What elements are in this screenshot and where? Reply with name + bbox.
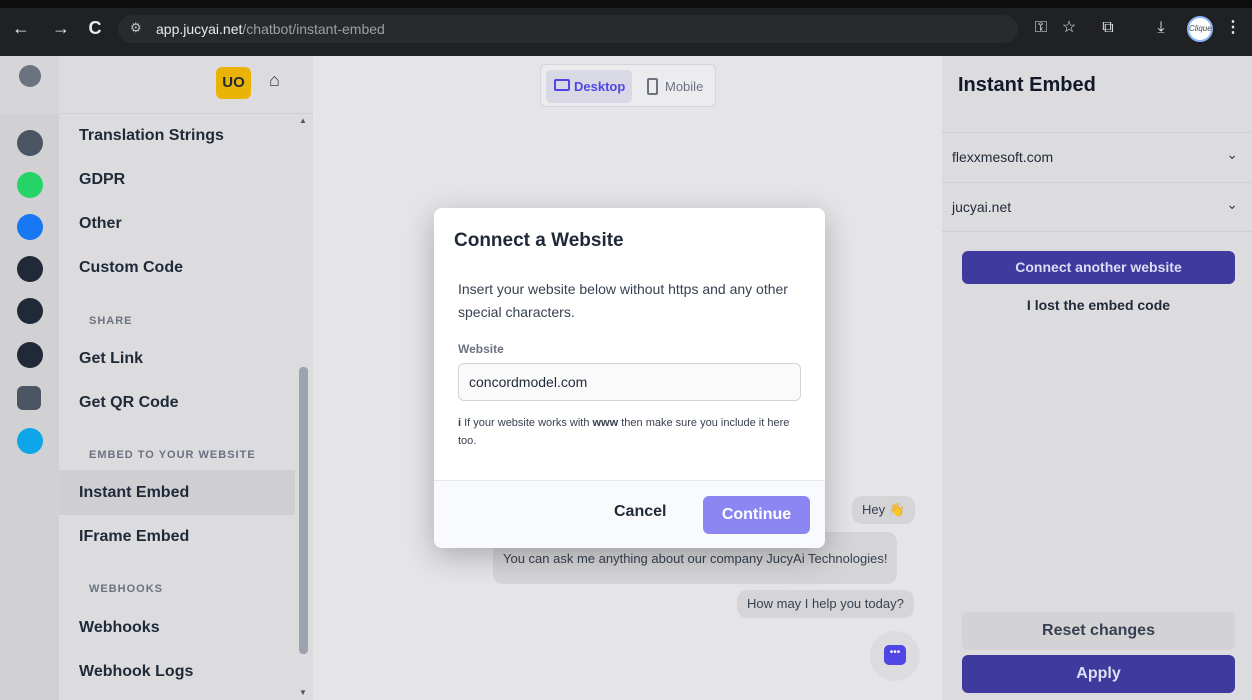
menu-other[interactable]: Other bbox=[79, 215, 122, 233]
modal-description: Insert your website below without https … bbox=[458, 281, 788, 320]
menu-get-qr-code[interactable]: Get QR Code bbox=[79, 394, 179, 412]
mobile-toggle-button[interactable]: Mobile bbox=[637, 70, 711, 103]
panel-title: Instant Embed bbox=[958, 74, 1096, 96]
whatsapp-icon[interactable] bbox=[17, 172, 43, 198]
home-icon[interactable]: ⌂ bbox=[269, 70, 280, 91]
mobile-icon bbox=[647, 78, 658, 95]
browser-toolbar: ← → C ⚙ app.jucyai.net/chatbot/instant-e… bbox=[0, 0, 1252, 56]
cancel-button[interactable]: Cancel bbox=[614, 503, 666, 521]
menu-webhook-logs[interactable]: Webhook Logs bbox=[79, 663, 193, 681]
chat-bubble-icon: ••• bbox=[884, 645, 906, 665]
scroll-up-arrow[interactable]: ▲ bbox=[299, 116, 307, 125]
menu-instant-embed[interactable]: Instant Embed bbox=[79, 484, 189, 502]
settings-sidebar: UO ⌂ Translation Strings GDPR Other Cust… bbox=[59, 56, 313, 700]
website-field-label: Website bbox=[458, 342, 504, 356]
chat-bubble-hey: Hey 👋 bbox=[852, 496, 915, 524]
section-share: SHARE bbox=[89, 315, 133, 327]
browser-menu-icon[interactable]: ⋮ bbox=[1222, 17, 1244, 39]
bookmark-star-icon[interactable]: ☆ bbox=[1058, 17, 1080, 39]
www-hint: i If your website works with www then ma… bbox=[458, 414, 798, 450]
sparkle-icon[interactable] bbox=[17, 298, 43, 324]
site-name: jucyai.net bbox=[952, 199, 1012, 215]
menu-gdpr[interactable]: GDPR bbox=[79, 171, 125, 189]
url-text[interactable]: app.jucyai.net/chatbot/instant-embed bbox=[156, 21, 385, 37]
site-settings-icon[interactable]: ⚙ bbox=[130, 20, 142, 36]
menu-get-link[interactable]: Get Link bbox=[79, 350, 143, 368]
user-badge[interactable]: UO bbox=[216, 67, 251, 99]
website-input[interactable] bbox=[458, 363, 801, 401]
site-row-jucyai[interactable]: jucyai.net ⌄ bbox=[942, 182, 1252, 232]
sidebar-scrollbar[interactable] bbox=[299, 367, 308, 654]
info-icon: i bbox=[458, 417, 462, 429]
hint-prefix: If your website works with bbox=[464, 417, 593, 429]
embed-settings-panel: Instant Embed flexxmesoft.com ⌄ jucyai.n… bbox=[942, 56, 1252, 700]
section-embed: EMBED TO YOUR WEBSITE bbox=[89, 449, 256, 461]
chat-ask-line: You can ask me anything about our compan… bbox=[503, 551, 888, 566]
device-toggle: Desktop Mobile bbox=[540, 64, 716, 107]
lost-embed-code-link[interactable]: I lost the embed code bbox=[962, 297, 1235, 313]
extensions-icon[interactable]: ⧉ bbox=[1097, 17, 1119, 39]
site-row-flexxmesoft[interactable]: flexxmesoft.com ⌄ bbox=[942, 132, 1252, 182]
connect-website-modal: Connect a Website Insert your website be… bbox=[434, 208, 825, 548]
facebook-icon[interactable] bbox=[17, 214, 43, 240]
menu-translation-strings[interactable]: Translation Strings bbox=[79, 127, 224, 145]
modal-title: Connect a Website bbox=[454, 230, 624, 251]
reload-icon[interactable]: C bbox=[84, 17, 106, 39]
contacts-icon[interactable] bbox=[17, 256, 43, 282]
billing-icon[interactable] bbox=[17, 428, 43, 454]
sidebar-header: UO ⌂ bbox=[59, 56, 313, 114]
section-webhooks: WEBHOOKS bbox=[89, 583, 163, 595]
browser-tab-strip bbox=[0, 0, 1252, 8]
download-icon[interactable]: ⤓ bbox=[1150, 17, 1172, 39]
app-logo-icon[interactable] bbox=[19, 65, 41, 87]
chat-bubble-help: How may I help you today? bbox=[737, 590, 914, 618]
forward-icon[interactable]: → bbox=[50, 17, 72, 39]
profile-avatar[interactable]: Clique bbox=[1187, 16, 1213, 42]
avatar-app-icon[interactable] bbox=[17, 386, 41, 410]
desktop-toggle-button[interactable]: Desktop bbox=[546, 70, 632, 103]
reset-changes-button[interactable]: Reset changes bbox=[962, 612, 1235, 650]
chevron-down-icon[interactable]: ⌄ bbox=[1226, 196, 1238, 213]
hint-www: www bbox=[592, 417, 619, 429]
menu-iframe-embed[interactable]: IFrame Embed bbox=[79, 528, 189, 546]
menu-webhooks[interactable]: Webhooks bbox=[79, 619, 160, 637]
desktop-icon bbox=[554, 79, 570, 91]
continue-button[interactable]: Continue bbox=[703, 496, 810, 534]
menu-custom-code[interactable]: Custom Code bbox=[79, 259, 183, 277]
address-bar[interactable]: ⚙ app.jucyai.net/chatbot/instant-embed bbox=[118, 15, 1018, 43]
jucyai-bot-icon[interactable] bbox=[17, 130, 43, 156]
modal-footer: Cancel Continue bbox=[434, 480, 825, 548]
password-key-icon[interactable]: ⚿ bbox=[1030, 17, 1052, 39]
connect-website-button[interactable]: Connect another website bbox=[962, 251, 1235, 284]
back-icon[interactable]: ← bbox=[10, 17, 32, 39]
site-name: flexxmesoft.com bbox=[952, 149, 1054, 165]
chevron-down-icon[interactable]: ⌄ bbox=[1226, 146, 1238, 163]
chat-launcher-button[interactable]: ••• bbox=[870, 631, 920, 681]
apply-button[interactable]: Apply bbox=[962, 655, 1235, 693]
scroll-down-arrow[interactable]: ▼ bbox=[299, 688, 307, 697]
document-icon[interactable] bbox=[17, 342, 43, 368]
